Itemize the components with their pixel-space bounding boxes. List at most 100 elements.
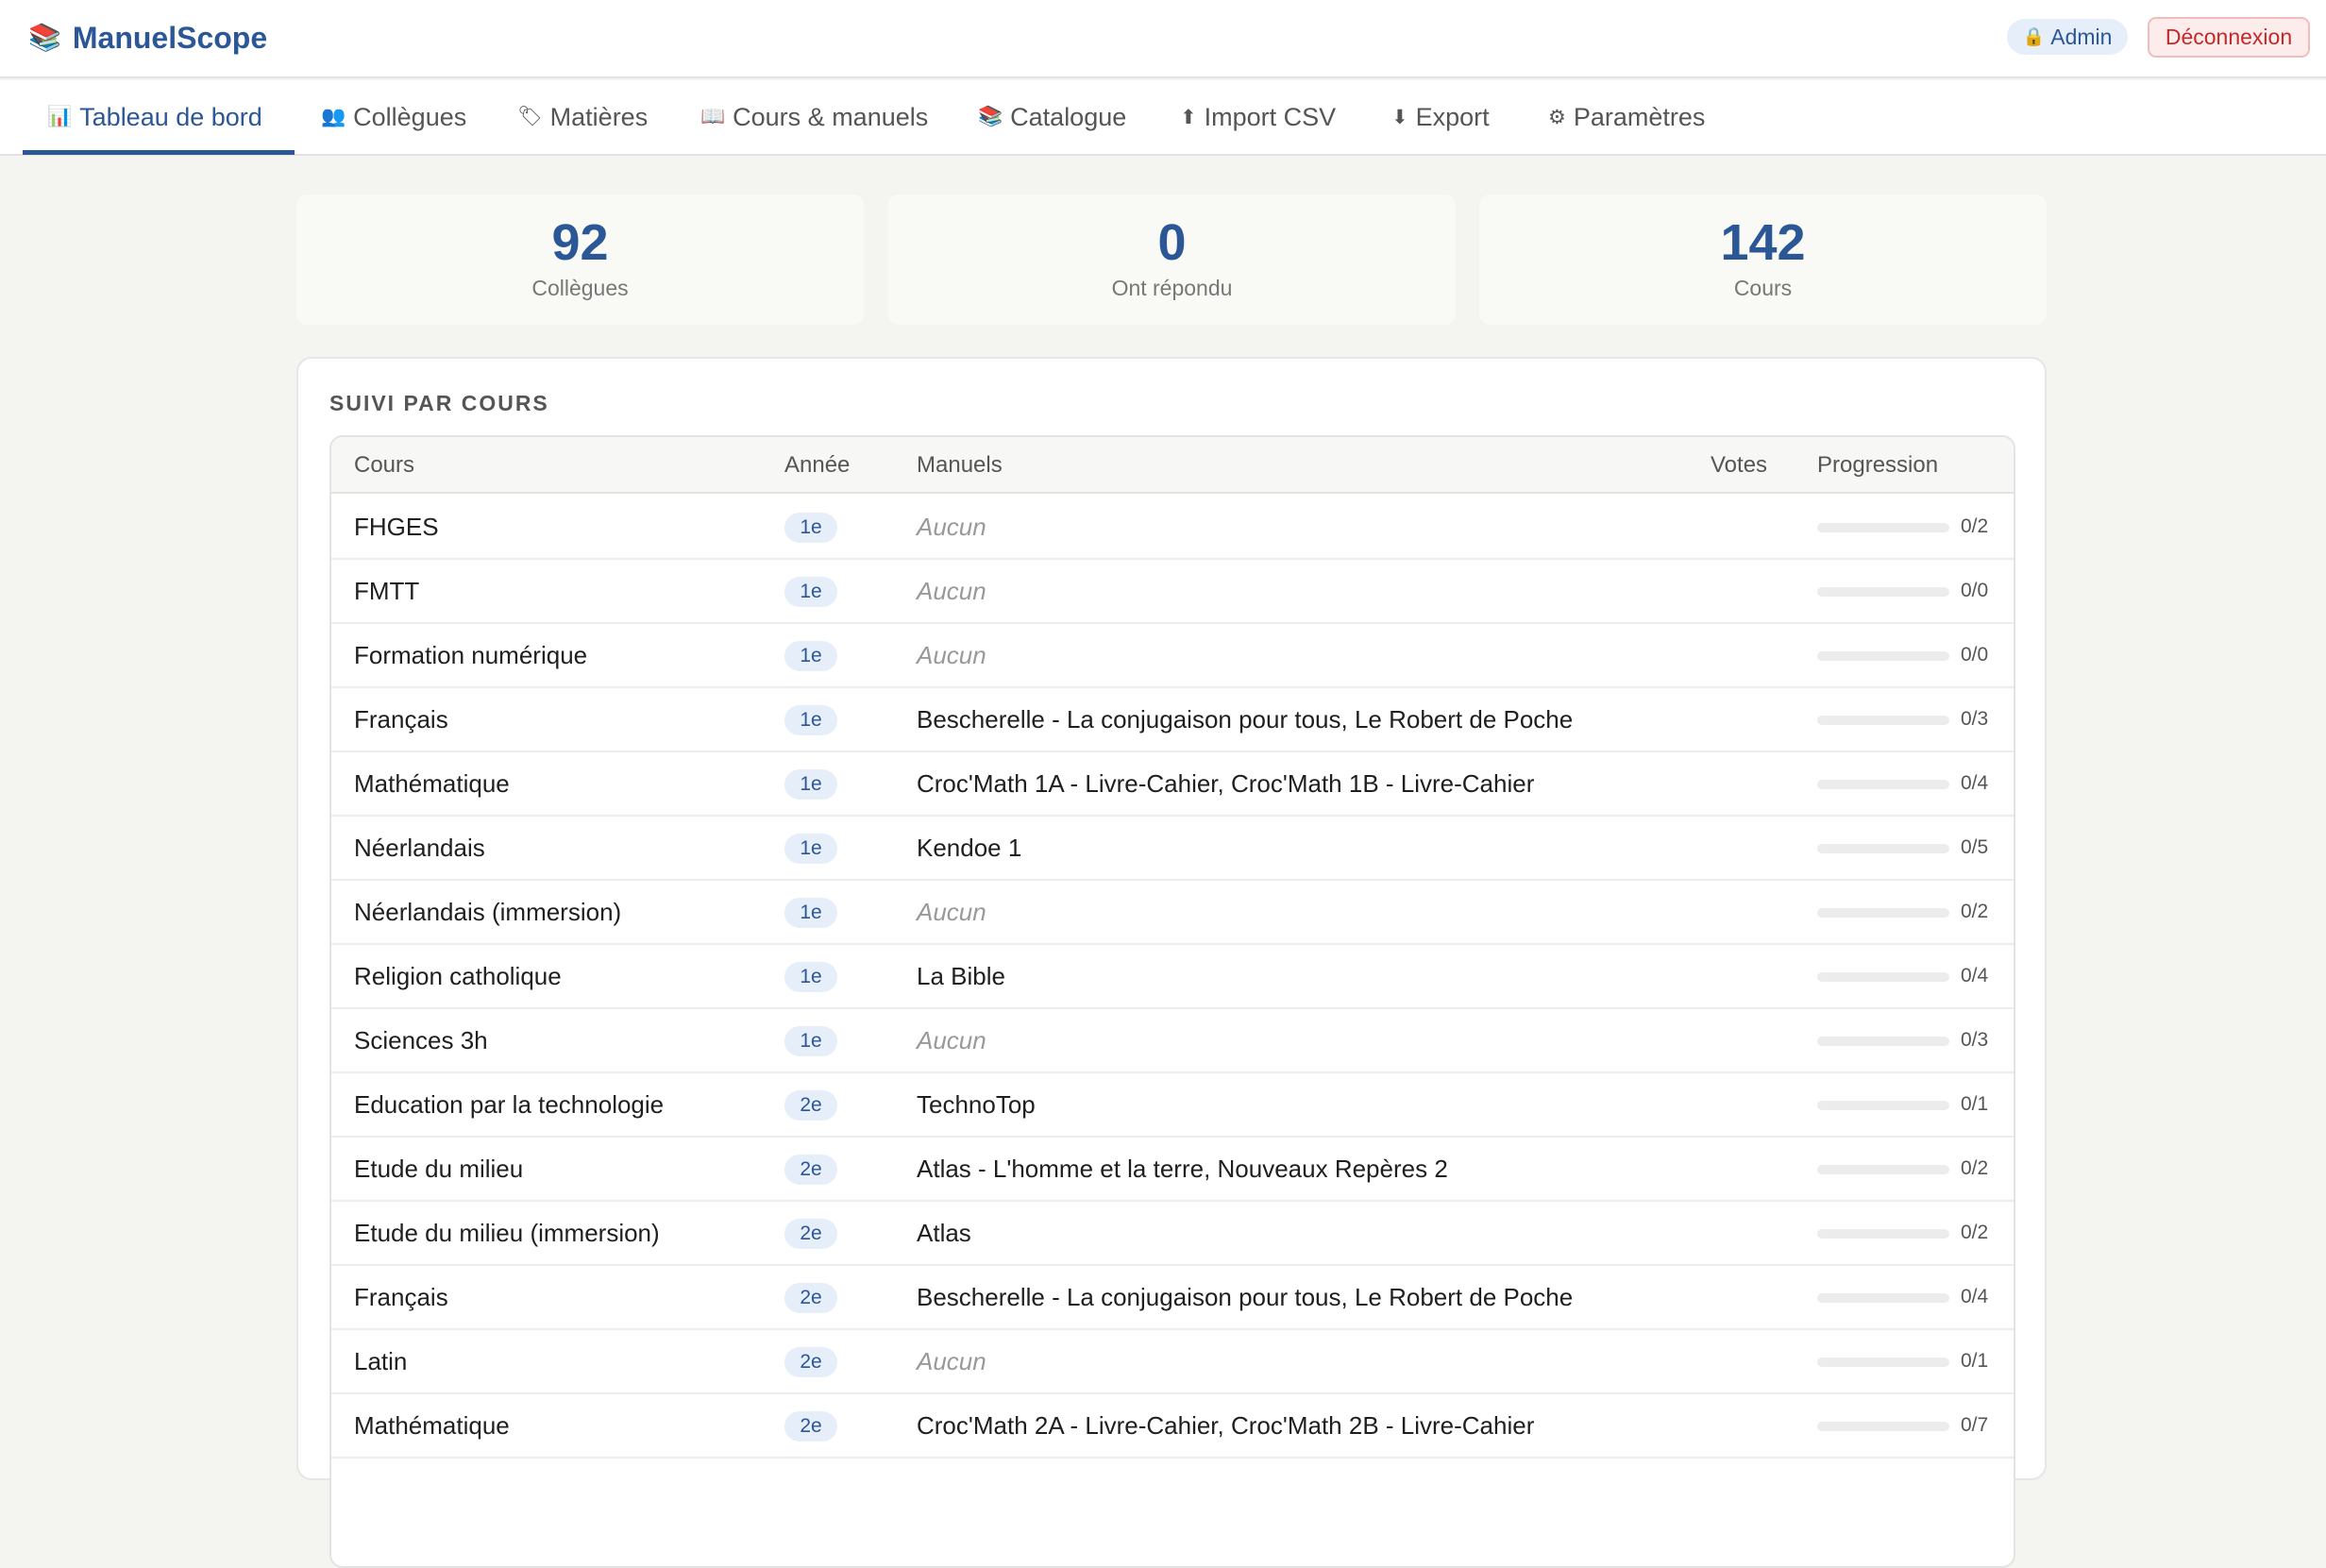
table-row[interactable]: FMTT 1e Aucun 0/0: [331, 560, 2014, 624]
table-row[interactable]: Français 1e Bescherelle - La conjugaison p…: [331, 688, 2014, 752]
progress-bar: [1817, 972, 1949, 982]
main-nav: 📊 Tableau de bord 👥 Collègues 🏷 Matières 📖 Cour…: [0, 80, 2326, 156]
year-badge: 1e: [784, 641, 837, 671]
progress-count: 0/1: [1961, 1350, 1989, 1372]
course-name: Français: [354, 705, 448, 733]
progress-count: 0/2: [1961, 901, 1989, 922]
table-row[interactable]: FHGES 1e Aucun 0/2: [331, 496, 2014, 560]
table-row[interactable]: Etude du milieu (immersion) 2e Atlas 0/2: [331, 1202, 2014, 1266]
year-badge: 1e: [784, 898, 837, 928]
tab-catalogue[interactable]: 📚 Catalogue: [978, 80, 1126, 154]
tab-tableau-de-bord[interactable]: 📊 Tableau de bord: [47, 80, 262, 154]
progress-bar: [1817, 1101, 1949, 1110]
table-row[interactable]: Formation numérique 1e Aucun 0/0: [331, 624, 2014, 688]
year-badge: 1e: [784, 962, 837, 992]
textbooks-list: Croc'Math 2A - Livre-Cahier, Croc'Math 2…: [917, 1411, 1535, 1440]
tab-label: Paramètres: [1573, 102, 1706, 131]
upload-icon: ⬆: [1180, 106, 1197, 128]
textbooks-list: Bescherelle - La conjugaison pour tous, …: [917, 705, 1574, 733]
tab-label: Matières: [549, 102, 649, 131]
course-name: Education par la technologie: [354, 1090, 665, 1119]
textbooks-list: Bescherelle - La conjugaison pour tous, …: [917, 1283, 1574, 1311]
tab-export[interactable]: ⬇ Export: [1391, 80, 1490, 154]
table-row[interactable]: Latin 2e Aucun 0/1: [331, 1330, 2014, 1394]
table-row[interactable]: Néerlandais 1e Kendoe 1 0/5: [331, 817, 2014, 881]
progress-bar: [1817, 908, 1949, 918]
textbooks-list: Kendoe 1: [917, 834, 1022, 862]
year-badge: 2e: [784, 1347, 837, 1377]
year-badge: 1e: [784, 705, 837, 735]
table-row[interactable]: Mathématique 2e Croc'Math 2A - Livre-Cahie…: [331, 1394, 2014, 1458]
year-badge: 1e: [784, 834, 837, 864]
course-name: Néerlandais: [354, 834, 485, 862]
table-row[interactable]: Religion catholique 1e La Bible 0/4: [331, 945, 2014, 1009]
progress-count: 0/3: [1961, 708, 1989, 730]
table-row[interactable]: Education par la technologie 2e TechnoTop 0…: [331, 1073, 2014, 1138]
course-name: Sciences 3h: [354, 1026, 488, 1054]
progress-bar: [1817, 1165, 1949, 1174]
year-badge: 1e: [784, 769, 837, 800]
column-header-cours[interactable]: Cours: [354, 452, 414, 479]
course-name: Etude du milieu (immersion): [354, 1219, 660, 1247]
tab-label: Collègues: [353, 102, 467, 131]
app-title: ManuelScope: [72, 20, 268, 55]
book-icon: 📖: [700, 106, 726, 127]
admin-badge: 🔒 Admin: [2007, 19, 2128, 55]
course-table: Cours Année Manuels Votes Progression FH…: [329, 435, 2015, 1568]
tab-cours-manuels[interactable]: 📖 Cours & manuels: [700, 80, 928, 154]
people-icon: 👥: [321, 106, 346, 127]
column-header-votes[interactable]: Votes: [1711, 452, 1767, 479]
textbooks-list: La Bible: [917, 962, 1005, 990]
textbooks-list: Atlas - L'homme et la terre, Nouveaux Re…: [917, 1155, 1448, 1183]
progress-count: 0/4: [1961, 1286, 1989, 1307]
gear-icon: ⚙: [1548, 106, 1566, 128]
progress-count: 0/5: [1961, 836, 1989, 858]
column-header-annee[interactable]: Année: [784, 452, 850, 479]
textbooks-list: Aucun: [917, 577, 986, 605]
stat-value: 92: [551, 214, 609, 271]
table-row[interactable]: Français 2e Bescherelle - La conjugaison p…: [331, 1266, 2014, 1330]
table-header: Cours Année Manuels Votes Progression: [331, 437, 2014, 494]
stat-card-responded: 0 Ont répondu: [888, 194, 1456, 325]
course-tracking-card: SUIVI PAR COURS Cours Année Manuels Vote…: [296, 357, 2047, 1568]
tab-paramètres[interactable]: ⚙ Paramètres: [1548, 80, 1705, 154]
course-name: Formation numérique: [354, 641, 588, 669]
stat-card-colleagues: 92 Collègues: [296, 194, 864, 325]
textbooks-list: TechnoTop: [917, 1090, 1036, 1119]
progress-bar: [1817, 1422, 1949, 1431]
course-name: Religion catholique: [354, 962, 562, 990]
table-row[interactable]: Néerlandais (immersion) 1e Aucun 0/2: [331, 881, 2014, 945]
progress-bar: [1817, 587, 1949, 597]
progress-bar: [1817, 1037, 1949, 1046]
admin-label: Admin: [2050, 24, 2113, 49]
brand[interactable]: 📚 ManuelScope: [28, 17, 267, 59]
tab-import-csv[interactable]: ⬆ Import CSV: [1180, 80, 1336, 154]
tag-icon: 🏷: [517, 106, 543, 127]
section-title: SUIVI PAR COURS: [329, 391, 549, 415]
tab-collègues[interactable]: 👥 Collègues: [321, 80, 466, 154]
tab-matières[interactable]: 🏷 Matières: [517, 80, 648, 154]
progress-bar: [1817, 651, 1949, 661]
table-row[interactable]: Sciences 3h 1e Aucun 0/3: [331, 1009, 2014, 1073]
stat-label: Cours: [1733, 276, 1793, 300]
year-badge: 2e: [784, 1219, 837, 1249]
column-header-manuels[interactable]: Manuels: [917, 452, 1003, 479]
textbooks-list: Croc'Math 1A - Livre-Cahier, Croc'Math 1…: [917, 769, 1535, 798]
year-badge: 2e: [784, 1283, 837, 1313]
stat-label: Ont répondu: [1111, 276, 1233, 300]
progress-bar: [1817, 780, 1949, 789]
tab-label: Tableau de bord: [79, 102, 262, 131]
lock-icon: 🔒: [2022, 27, 2046, 47]
year-badge: 1e: [784, 513, 837, 543]
stat-value: 142: [1720, 214, 1806, 271]
table-row[interactable]: Etude du milieu 2e Atlas - L'homme et la t…: [331, 1138, 2014, 1202]
table-row[interactable]: Mathématique 1e Croc'Math 1A - Livre-Cahie…: [331, 752, 2014, 817]
column-header-progression[interactable]: Progression: [1817, 452, 1938, 479]
progress-count: 0/2: [1961, 1157, 1989, 1179]
course-name: Latin: [354, 1347, 408, 1375]
logout-button[interactable]: Déconnexion: [2148, 17, 2310, 58]
progress-bar: [1817, 1229, 1949, 1239]
course-name: Français: [354, 1283, 448, 1311]
textbooks-list: Aucun: [917, 1347, 986, 1375]
progress-count: 0/4: [1961, 965, 1989, 986]
